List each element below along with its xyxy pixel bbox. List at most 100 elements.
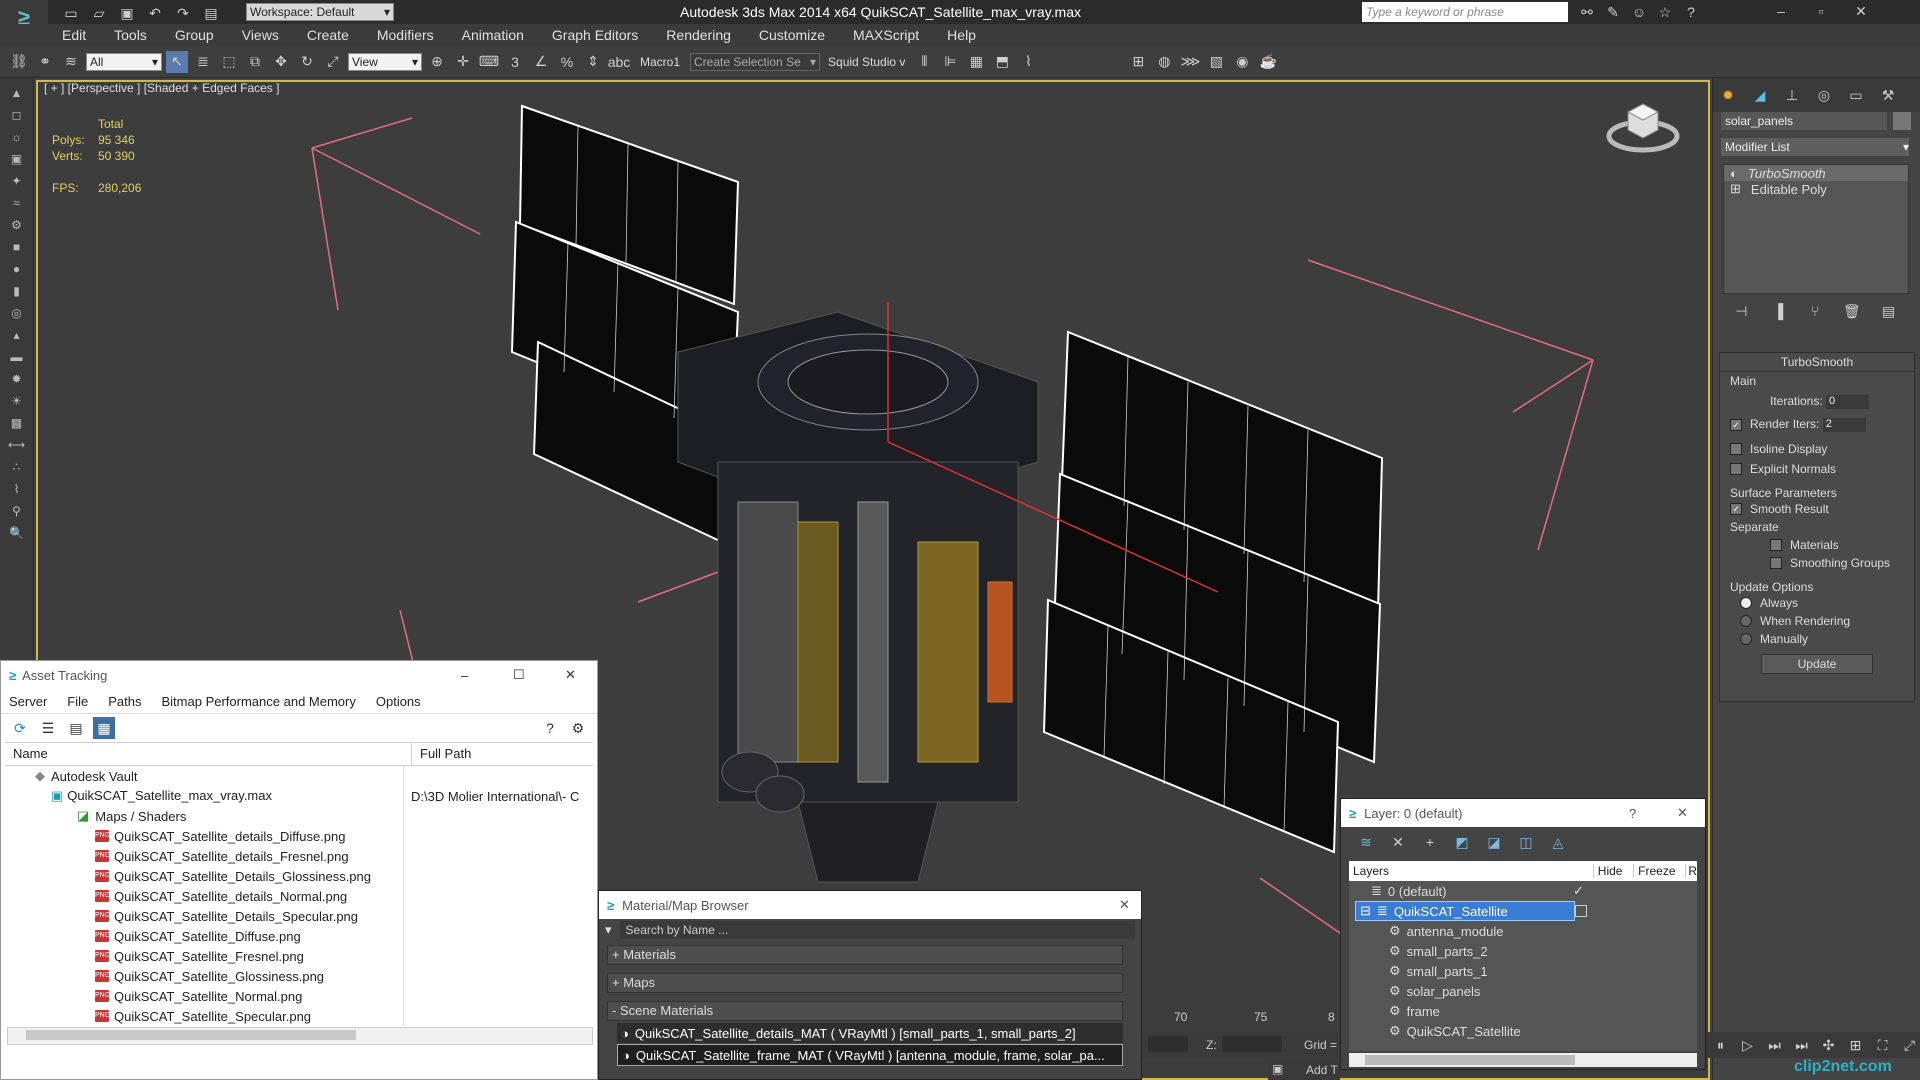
menu-maxscript[interactable]: MAXScript — [839, 27, 933, 43]
viewport-label[interactable]: [ + ] [Perspective ] [Shaded + Edged Fac… — [44, 82, 279, 95]
close-icon[interactable]: ✕ — [1677, 805, 1688, 821]
rendered-frame-icon[interactable]: ▧ — [1205, 51, 1227, 73]
open-file-icon[interactable]: ▱ — [88, 2, 110, 24]
menu-bitmap-performance[interactable]: Bitmap Performance and Memory — [162, 694, 356, 709]
curve-editor-icon[interactable]: ⌇ — [1017, 51, 1039, 73]
col-freeze-header[interactable]: Freeze — [1633, 864, 1685, 878]
select-in-layer-icon[interactable]: ◩ — [1451, 831, 1473, 853]
pan-icon[interactable]: ✣ — [1818, 1034, 1839, 1056]
menu-options[interactable]: Options — [376, 694, 421, 709]
modify-tab-icon[interactable]: ◢ — [1749, 84, 1771, 106]
select-manipulate-icon[interactable]: ✛ — [452, 51, 474, 73]
rollout-title[interactable]: TurboSmooth — [1720, 353, 1914, 372]
binoculars-icon[interactable]: ⚯ — [1576, 1, 1598, 23]
table-row[interactable]: ◪ Maps / Shaders — [5, 806, 593, 826]
col-path-header[interactable]: Full Path — [412, 743, 471, 765]
dummy-icon[interactable]: ▩ — [7, 416, 27, 434]
list-item[interactable]: ⚙ small_parts_2 — [1349, 941, 1697, 961]
align-icon[interactable]: ⊫ — [939, 51, 961, 73]
horizontal-scrollbar[interactable] — [7, 1027, 593, 1045]
helpers-icon[interactable]: ✦ — [7, 174, 27, 192]
list-item[interactable]: ⚙ QuikSCAT_Satellite — [1349, 1021, 1697, 1041]
keyboard-shortcut-icon[interactable]: ⌨ — [478, 51, 500, 73]
light-sun-icon[interactable]: ☀ — [7, 394, 27, 412]
menu-modifiers[interactable]: Modifiers — [363, 27, 448, 43]
close-icon[interactable]: ✕ — [1850, 0, 1872, 22]
col-name-header[interactable]: Name — [5, 743, 412, 765]
shapes-icon[interactable]: ◻ — [7, 108, 27, 126]
macro-label[interactable]: Macro1 — [640, 55, 680, 69]
time-tag-icon[interactable]: ▣ — [1272, 1062, 1283, 1076]
layer-row-default[interactable]: ≣ 0 (default) ✓ — [1349, 881, 1697, 901]
freeze-all-icon[interactable]: ◬ — [1547, 831, 1569, 853]
menu-group[interactable]: Group — [161, 27, 228, 43]
hide-all-icon[interactable]: ◫ — [1515, 831, 1537, 853]
scrollbar-thumb[interactable] — [1365, 1055, 1575, 1065]
menu-animation[interactable]: Animation — [448, 27, 538, 43]
menu-file[interactable]: File — [67, 694, 88, 709]
update-button[interactable]: Update — [1761, 653, 1873, 674]
menu-help[interactable]: Help — [933, 27, 990, 43]
named-selection-set[interactable]: Create Selection Se ▾ — [690, 52, 821, 71]
snap-toggle-icon[interactable]: 3 — [504, 51, 526, 73]
workspace-select[interactable]: Workspace: Default ▾ — [246, 3, 394, 21]
link-icon[interactable]: ⛓ — [8, 51, 30, 73]
zoom-extents-icon[interactable]: ⊞ — [1845, 1034, 1866, 1056]
section-scene-materials[interactable]: - Scene Materials — [607, 1001, 1123, 1021]
col-hide-header[interactable]: Hide — [1592, 864, 1633, 878]
selection-filter-select[interactable]: All ▾ — [86, 52, 162, 71]
tools-icon[interactable]: ✎ — [1602, 1, 1624, 23]
help-icon[interactable]: ? — [1629, 806, 1636, 821]
box-icon[interactable]: ■ — [7, 240, 27, 258]
table-row[interactable]: ▣ QuikSCAT_Satellite_max_vray.max D:\3D Mo… — [5, 786, 593, 806]
lightbulb-icon[interactable]: ◐ — [1730, 166, 1738, 181]
list-item[interactable]: ⚙ frame — [1349, 1001, 1697, 1021]
zoom-icon[interactable]: 🔍 — [7, 526, 27, 544]
col-layers-header[interactable]: Layers — [1349, 864, 1593, 878]
menu-create[interactable]: Create — [293, 27, 363, 43]
bone-icon[interactable]: ⌇ — [7, 482, 27, 500]
list-item[interactable]: ⚙ antenna_module — [1349, 921, 1697, 941]
layer-row-quikscat[interactable]: ⊟ ≣ QuikSCAT_Satellite — [1349, 901, 1697, 921]
pivot-icon[interactable]: ⊕ — [426, 51, 448, 73]
undo-icon[interactable]: ↶ — [144, 2, 166, 24]
squid-studio-label[interactable]: Squid Studio v — [828, 55, 905, 69]
add-to-layer-icon[interactable]: + — [1419, 831, 1441, 853]
redo-icon[interactable]: ↷ — [172, 2, 194, 24]
section-maps[interactable]: + Maps — [607, 973, 1123, 993]
maximize-icon[interactable]: ☐ — [513, 667, 525, 683]
plane-icon[interactable]: ▬ — [7, 350, 27, 368]
help-icon[interactable]: ? — [539, 717, 561, 739]
menu-rendering[interactable]: Rendering — [652, 27, 745, 43]
render-iters-spinner[interactable]: 2 — [1822, 417, 1866, 432]
material-search-input[interactable]: Search by Name ... — [619, 921, 1135, 939]
smooth-result-checkbox[interactable]: ✓ — [1730, 503, 1742, 516]
show-end-result-icon[interactable]: ▐ — [1767, 300, 1789, 322]
layer-manager-icon[interactable]: ▦ — [965, 51, 987, 73]
schematic-view-icon[interactable]: ⊞ — [1127, 51, 1149, 73]
table-row[interactable]: PNG QuikSCAT_Satellite_Details_Specular.p… — [5, 906, 593, 926]
minimize-icon[interactable]: – — [1770, 0, 1792, 22]
table-row[interactable]: PNG QuikSCAT_Satellite_Details_Glossiness… — [5, 866, 593, 886]
remove-modifier-icon[interactable]: 🗑 — [1841, 300, 1863, 322]
iterations-spinner[interactable]: 0 — [1826, 394, 1870, 409]
percent-snap-icon[interactable]: % — [556, 51, 578, 73]
make-unique-icon[interactable]: ⑂ — [1804, 300, 1826, 322]
favorite-star-icon[interactable]: ☆ — [1654, 1, 1676, 23]
spacewarps-icon[interactable]: ≈ — [7, 196, 27, 214]
material-editor-icon[interactable]: ◍ — [1153, 51, 1175, 73]
section-materials[interactable]: + Materials — [607, 945, 1123, 965]
new-file-icon[interactable]: ▭ — [60, 2, 82, 24]
menu-paths[interactable]: Paths — [108, 694, 141, 709]
configure-sets-icon[interactable]: ▤ — [1878, 300, 1900, 322]
lights-icon[interactable]: ☼ — [7, 130, 27, 148]
stack-item-turbosmooth[interactable]: ◐ TurboSmooth — [1724, 165, 1908, 181]
viewcube-icon[interactable] — [1606, 94, 1680, 156]
prev-frame-icon[interactable]: ⏸ — [1710, 1034, 1731, 1056]
render-iters-checkbox[interactable]: ✓ — [1730, 418, 1742, 431]
menu-edit[interactable]: Edit — [48, 27, 100, 43]
options-menu-icon[interactable]: ▾ — [605, 922, 612, 938]
render-setup-icon[interactable]: ⋙ — [1179, 51, 1201, 73]
play-icon[interactable]: ▷ — [1737, 1034, 1758, 1056]
help-icon[interactable]: ? — [1680, 1, 1702, 23]
